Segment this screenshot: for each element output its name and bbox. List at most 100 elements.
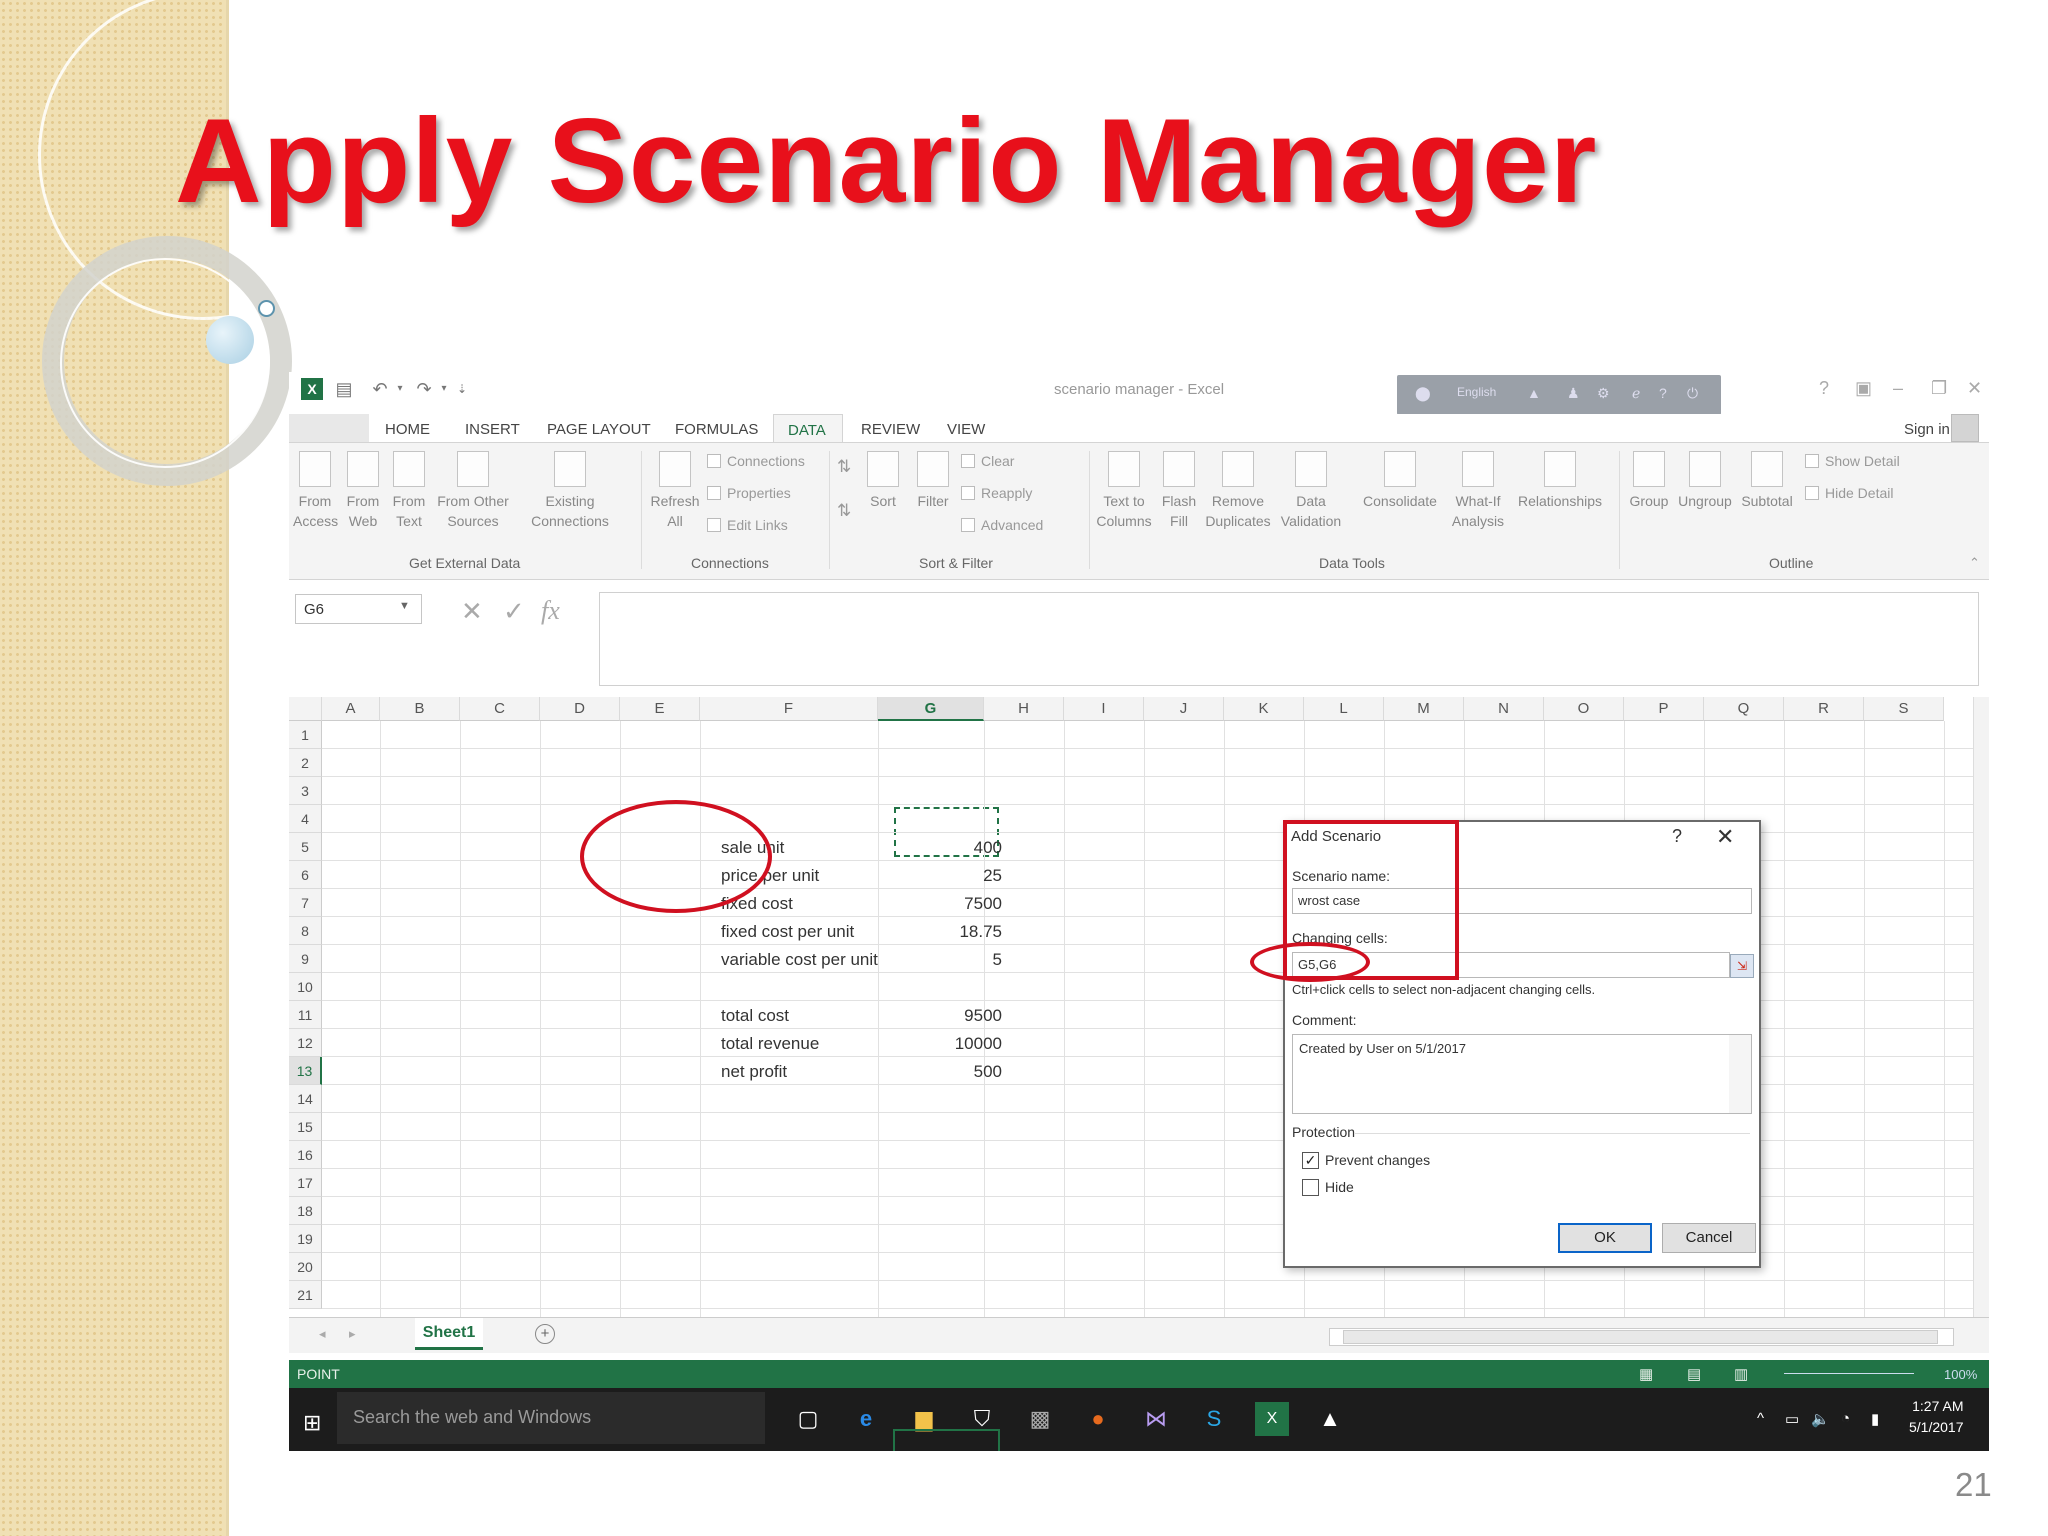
collapse-ribbon-icon[interactable]: ⌃ — [1969, 555, 1980, 571]
collapse-dialog-icon[interactable]: ⇲ — [1730, 954, 1754, 978]
avatar[interactable] — [1951, 414, 1979, 442]
notifications-icon[interactable]: ▮ — [1871, 1410, 1879, 1428]
relationships-button[interactable]: Relationships — [1513, 451, 1607, 511]
column-header[interactable]: O — [1544, 697, 1624, 721]
row-header[interactable]: 10 — [289, 973, 322, 1001]
comment-textarea[interactable]: Created by User on 5/1/2017 — [1292, 1034, 1752, 1114]
row-header[interactable]: 16 — [289, 1141, 322, 1169]
tab-page-layout[interactable]: PAGE LAYOUT — [547, 421, 651, 438]
text-to-columns-button[interactable]: Text to Columns — [1093, 451, 1155, 531]
sort-za-icon[interactable]: ⇅ — [837, 501, 851, 521]
cell-label[interactable]: fixed cost per unit — [721, 922, 854, 942]
sheet-tab[interactable]: Sheet1 — [415, 1318, 483, 1350]
tab-review[interactable]: REVIEW — [861, 421, 920, 438]
normal-view-icon[interactable]: ▦ — [1639, 1365, 1653, 1383]
save-icon[interactable]: ▤ — [333, 378, 355, 400]
row-header[interactable]: 14 — [289, 1085, 322, 1113]
sort-button[interactable]: Sort — [863, 451, 903, 511]
ribbon-display-icon[interactable]: ▣ — [1855, 378, 1872, 399]
restore-icon[interactable]: ❐ — [1931, 378, 1947, 399]
row-header[interactable]: 15 — [289, 1113, 322, 1141]
insert-function-icon[interactable]: fx — [541, 596, 560, 626]
ok-button[interactable]: OK — [1558, 1223, 1652, 1253]
undo-icon[interactable]: ↶ — [369, 378, 391, 400]
vertical-scrollbar[interactable] — [1973, 697, 1989, 1317]
volume-icon[interactable]: 🔈 — [1811, 1410, 1830, 1428]
skype-icon[interactable]: S — [1197, 1402, 1231, 1436]
from-text-button[interactable]: From Text — [389, 451, 429, 531]
active-cell[interactable] — [893, 1429, 1000, 1451]
cell-value[interactable]: 25 — [894, 866, 1002, 886]
column-header[interactable]: G — [878, 697, 984, 721]
row-header[interactable]: 1 — [289, 721, 322, 749]
ungroup-button[interactable]: Ungroup — [1675, 451, 1735, 511]
minimize-icon[interactable]: – — [1893, 378, 1903, 399]
select-all-corner[interactable] — [289, 697, 322, 721]
column-header[interactable]: R — [1784, 697, 1864, 721]
properties-button[interactable]: Properties — [707, 485, 791, 501]
advanced-button[interactable]: Advanced — [961, 517, 1043, 533]
sort-az-icon[interactable]: ⇅ — [837, 457, 851, 477]
from-access-button[interactable]: From Access — [293, 451, 338, 531]
tray-chevron-icon[interactable]: ^ — [1757, 1410, 1764, 1427]
redo-icon[interactable]: ↷ — [413, 378, 435, 400]
zoom-level[interactable]: 100% — [1944, 1367, 1977, 1382]
confirm-entry-icon[interactable]: ✓ — [503, 596, 525, 627]
column-header[interactable]: B — [380, 697, 460, 721]
column-header[interactable]: E — [620, 697, 700, 721]
network-icon[interactable]: ▭ — [1785, 1410, 1799, 1428]
column-header[interactable]: P — [1624, 697, 1704, 721]
page-break-view-icon[interactable]: ▥ — [1734, 1365, 1748, 1383]
cell-value[interactable]: 18.75 — [894, 922, 1002, 942]
existing-connections-button[interactable]: Existing Connections — [525, 451, 615, 531]
page-layout-view-icon[interactable]: ▤ — [1687, 1365, 1701, 1383]
cancel-button[interactable]: Cancel — [1662, 1223, 1756, 1253]
cell-value[interactable]: 400 — [894, 838, 1002, 858]
cell-value[interactable]: 7500 — [894, 894, 1002, 914]
what-if-analysis-button[interactable]: What-If Analysis — [1447, 451, 1509, 531]
row-header[interactable]: 20 — [289, 1253, 322, 1281]
prev-sheet-icon[interactable]: ◂ — [319, 1326, 326, 1342]
row-header[interactable]: 19 — [289, 1225, 322, 1253]
chevron-down-icon[interactable]: ▼ — [399, 600, 410, 612]
row-header[interactable]: 2 — [289, 749, 322, 777]
row-header[interactable]: 5 — [289, 833, 322, 861]
reapply-button[interactable]: Reapply — [961, 485, 1032, 501]
hide-detail-button[interactable]: Hide Detail — [1805, 485, 1893, 501]
wifi-icon[interactable]: ◔ — [1841, 1410, 1850, 1427]
firefox-icon[interactable]: ● — [1081, 1402, 1115, 1436]
close-icon[interactable]: ✕ — [1716, 824, 1734, 850]
tab-view[interactable]: VIEW — [947, 421, 985, 438]
filter-button[interactable]: Filter — [913, 451, 953, 511]
column-header[interactable]: L — [1304, 697, 1384, 721]
cell-label[interactable]: variable cost per unit — [721, 950, 878, 970]
column-header[interactable]: H — [984, 697, 1064, 721]
close-icon[interactable]: ✕ — [1967, 378, 1982, 399]
from-web-button[interactable]: From Web — [343, 451, 383, 531]
row-header[interactable]: 17 — [289, 1169, 322, 1197]
column-header[interactable]: D — [540, 697, 620, 721]
row-header[interactable]: 13 — [289, 1057, 322, 1085]
scrollbar-thumb[interactable] — [1343, 1330, 1938, 1344]
row-header[interactable]: 18 — [289, 1197, 322, 1225]
tab-home[interactable]: HOME — [385, 421, 430, 438]
undo-dropdown-icon[interactable]: ▾ — [389, 378, 411, 400]
column-header[interactable]: Q — [1704, 697, 1784, 721]
data-validation-button[interactable]: Data Validation — [1273, 451, 1349, 531]
row-header[interactable]: 9 — [289, 945, 322, 973]
clock[interactable]: 1:27 AM 5/1/2017 — [1909, 1396, 1964, 1438]
help-icon[interactable]: ? — [1672, 826, 1682, 847]
show-detail-button[interactable]: Show Detail — [1805, 453, 1900, 469]
tab-insert[interactable]: INSERT — [465, 421, 520, 438]
windows-start-icon[interactable]: ⊞ — [303, 1410, 321, 1436]
next-sheet-icon[interactable]: ▸ — [349, 1326, 356, 1342]
edit-links-button[interactable]: Edit Links — [707, 517, 788, 533]
row-header[interactable]: 21 — [289, 1281, 322, 1309]
row-header[interactable]: 11 — [289, 1001, 322, 1029]
comment-scrollbar[interactable] — [1729, 1035, 1751, 1113]
remove-duplicates-button[interactable]: Remove Duplicates — [1203, 451, 1273, 531]
excel-taskbar-icon[interactable]: X — [1255, 1402, 1289, 1436]
movies-icon[interactable]: ▩ — [1023, 1402, 1057, 1436]
edge-browser-icon[interactable]: e — [849, 1402, 883, 1436]
column-header[interactable]: J — [1144, 697, 1224, 721]
